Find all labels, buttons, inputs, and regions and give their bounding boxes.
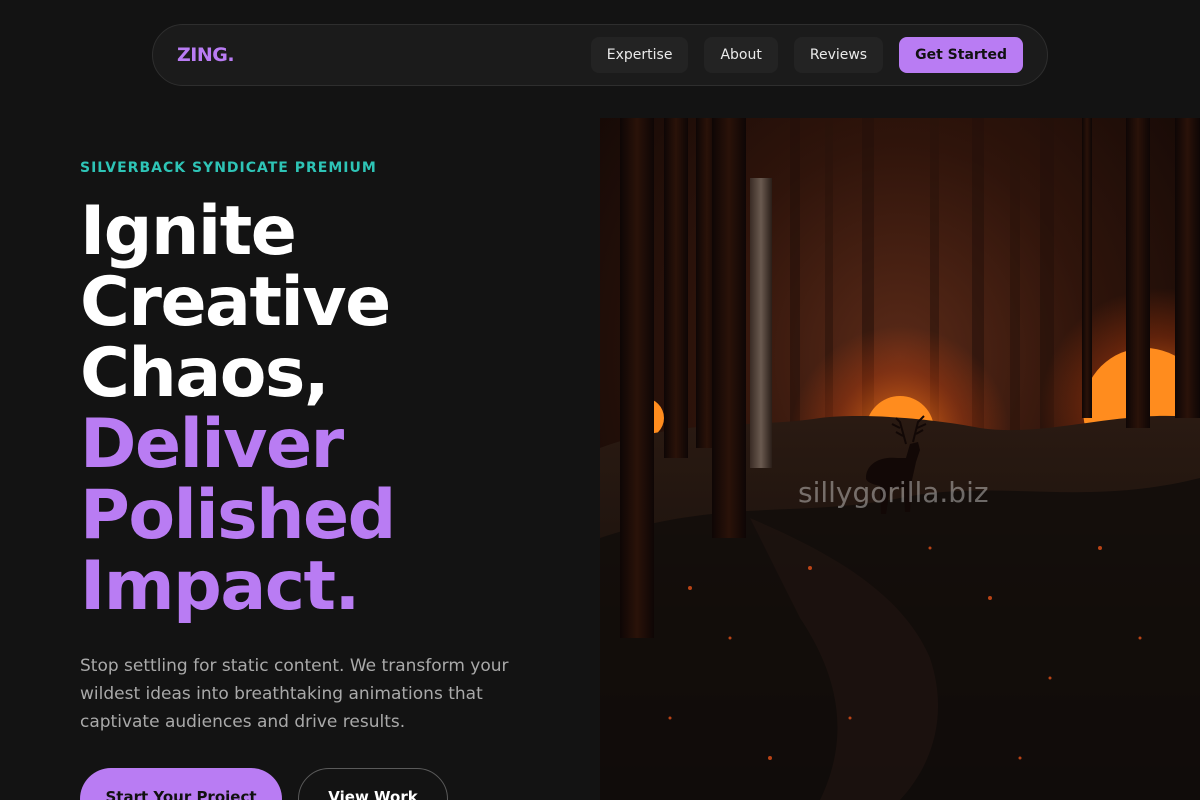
nav-link-about[interactable]: About [704,37,778,73]
forest-deer-illustration [600,118,1200,800]
get-started-button[interactable]: Get Started [899,37,1023,73]
start-project-button[interactable]: Start Your Project [80,768,282,800]
headline-line-3: Chaos, [80,334,330,413]
nav-link-expertise[interactable]: Expertise [590,37,689,73]
headline-line-6: Impact. [80,547,360,626]
nav-links: Expertise About Reviews Get Started [590,37,1023,73]
nav-link-reviews[interactable]: Reviews [793,37,884,73]
logo[interactable]: ZING. [177,44,235,66]
top-nav: ZING. Expertise About Reviews Get Starte… [152,24,1048,86]
hero-description: Stop settling for static content. We tra… [80,656,509,732]
headline-line-5: Polished [80,476,396,555]
hero-headline: Ignite Creative Chaos, Deliver Polished … [80,196,580,622]
hero-image: sillygorilla.biz [600,118,1200,800]
headline-line-2: Creative [80,263,391,342]
headline-line-1: Ignite [80,192,297,271]
image-watermark: sillygorilla.biz [798,476,989,509]
view-work-button[interactable]: View Work [298,768,448,800]
headline-line-4: Deliver [80,405,344,484]
hero-eyebrow: SILVERBACK SYNDICATE PREMIUM [80,160,377,176]
